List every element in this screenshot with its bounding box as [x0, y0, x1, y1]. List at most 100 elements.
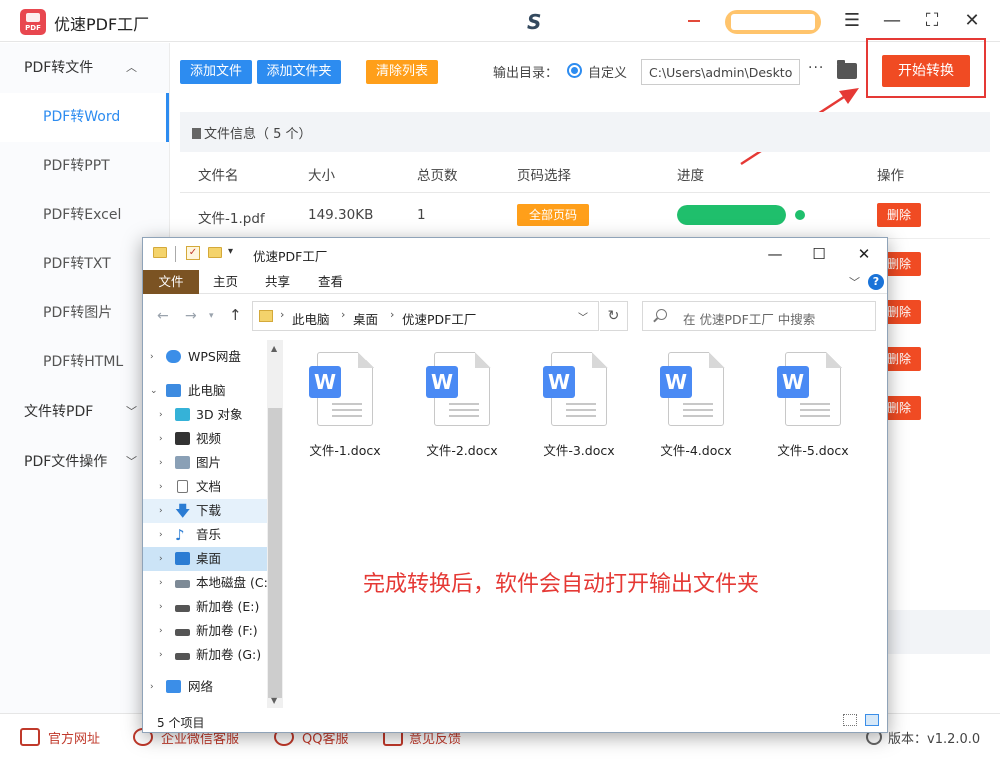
add-file-button[interactable]: 添加文件 [180, 60, 252, 84]
explorer-close-icon[interactable]: ✕ [849, 242, 879, 266]
custom-output-radio[interactable] [567, 63, 582, 78]
quick-access-dropdown-icon[interactable]: ▾ [228, 246, 233, 257]
tree-item-drive-f[interactable]: › 新加卷 (F:) [143, 619, 267, 643]
cloud-icon [166, 350, 181, 363]
sidebar-group-pdf-to-file[interactable]: PDF转文件 ︿ [0, 43, 169, 93]
maximize-icon[interactable]: ⛶ [920, 9, 944, 33]
large-icons-view-icon[interactable] [865, 714, 879, 726]
tree-item-drive-g[interactable]: › 新加卷 (G:) [143, 643, 267, 667]
expand-arrow-icon[interactable]: › [159, 403, 163, 427]
ribbon-tab-file[interactable]: 文件 [143, 270, 199, 294]
col-header-progress: 进度 [677, 168, 704, 184]
up-arrow-icon[interactable]: ↑ [229, 306, 242, 324]
scrollbar-thumb[interactable] [268, 408, 282, 698]
navigation-tree: › WPS网盘 ⌄ 此电脑 › 3D 对象 › 视频 › 图片 › 文档 › 🡇… [143, 340, 267, 708]
tree-item-network[interactable]: › 网络 [143, 675, 267, 699]
add-folder-button[interactable]: 添加文件夹 [257, 60, 341, 84]
output-path-field[interactable]: C:\Users\admin\Deskto [641, 59, 800, 85]
annotation-note: 完成转换后，软件会自动打开输出文件夹 [363, 572, 760, 597]
file-info-bar: 文件信息（ 5 个） [180, 112, 990, 152]
details-view-icon[interactable] [843, 714, 857, 726]
explorer-maximize-icon[interactable]: ☐ [804, 242, 834, 266]
tree-item-downloads[interactable]: › 🡇 下载 [143, 499, 267, 523]
tree-item-this-pc[interactable]: ⌄ 此电脑 [143, 379, 267, 403]
minimize-icon[interactable]: — [880, 9, 904, 33]
clear-list-button[interactable]: 清除列表 [366, 60, 438, 84]
tree-item-music[interactable]: › ♪ 音乐 [143, 523, 267, 547]
expand-arrow-icon[interactable]: › [159, 451, 163, 475]
address-history-icon[interactable]: ﹀ [578, 309, 588, 324]
expand-arrow-icon[interactable]: › [150, 675, 154, 699]
breadcrumb-this-pc[interactable]: 此电脑 [292, 309, 330, 328]
new-folder-icon[interactable] [208, 247, 222, 258]
tree-item-drive-c[interactable]: › 本地磁盘 (C:) [143, 571, 267, 595]
more-options-button[interactable]: ··· [808, 60, 824, 76]
sidebar-item-pdf-to-word[interactable]: PDF转Word [0, 93, 169, 142]
file-item[interactable]: W 文件-2.docx [400, 351, 500, 462]
open-folder-icon[interactable] [837, 60, 857, 79]
expand-arrow-icon[interactable]: › [159, 619, 163, 643]
tree-item-videos[interactable]: › 视频 [143, 427, 267, 451]
file-name: 文件-4.docx [660, 443, 732, 458]
collapse-arrow-icon[interactable]: ⌄ [150, 379, 158, 403]
scroll-up-icon[interactable]: ▲ [271, 344, 277, 353]
tree-item-desktop[interactable]: › 桌面 [143, 547, 267, 571]
ribbon-tab-share[interactable]: 共享 [265, 270, 290, 294]
page-select-all-button[interactable]: 全部页码 [517, 204, 589, 226]
sidebar-group-label: 文件转PDF [24, 404, 94, 420]
row-file-size: 149.30KB [308, 207, 374, 223]
help-icon[interactable]: ? [868, 274, 884, 290]
official-site-link[interactable]: 官方网址 [48, 728, 100, 747]
scroll-down-icon[interactable]: ▼ [271, 696, 277, 705]
breadcrumb-desktop[interactable]: 桌面 [353, 309, 378, 328]
ribbon-tab-home[interactable]: 主页 [213, 270, 238, 294]
breadcrumb-current-folder[interactable]: 优速PDF工厂 [402, 309, 476, 328]
row-page-count: 1 [417, 207, 426, 223]
expand-arrow-icon[interactable]: › [159, 499, 163, 523]
expand-arrow-icon[interactable]: › [159, 643, 163, 667]
tree-item-wps-drive[interactable]: › WPS网盘 [143, 345, 267, 369]
tree-label: 新加卷 (F:) [196, 623, 258, 638]
sidebar-item-pdf-to-excel[interactable]: PDF转Excel [0, 191, 169, 240]
address-bar[interactable]: › 此电脑 › 桌面 › 优速PDF工厂 ﹀ [252, 301, 599, 331]
user-account-pill[interactable] [725, 10, 821, 34]
file-item[interactable]: W 文件-1.docx [283, 351, 383, 462]
expand-arrow-icon[interactable]: › [159, 547, 163, 571]
expand-arrow-icon[interactable]: › [159, 595, 163, 619]
expand-arrow-icon[interactable]: › [159, 523, 163, 547]
file-item[interactable]: W 文件-5.docx [751, 351, 851, 462]
expand-arrow-icon[interactable]: › [150, 345, 154, 369]
tree-item-3d-objects[interactable]: › 3D 对象 [143, 403, 267, 427]
tree-item-pictures[interactable]: › 图片 [143, 451, 267, 475]
tree-item-drive-e[interactable]: › 新加卷 (E:) [143, 595, 267, 619]
explorer-ribbon: 文件 主页 共享 查看 ﹀ ? [143, 270, 887, 294]
ribbon-tab-view[interactable]: 查看 [318, 270, 343, 294]
file-item[interactable]: W 文件-3.docx [517, 351, 617, 462]
breadcrumb-separator-icon: › [390, 308, 395, 321]
recent-locations-icon[interactable]: ▾ [209, 311, 214, 321]
tree-item-documents[interactable]: › 文档 [143, 475, 267, 499]
explorer-minimize-icon[interactable]: — [760, 242, 790, 266]
back-arrow-icon[interactable]: ← [157, 308, 169, 324]
expand-arrow-icon[interactable]: › [159, 475, 163, 499]
title-bar: PDF 优速PDF工厂 S ☰ — ⛶ ✕ [0, 0, 1000, 42]
drive-icon [175, 605, 190, 612]
file-explorer-window: ✓ ▾ 优速PDF工厂 — ☐ ✕ 文件 主页 共享 查看 ﹀ ? ← → ▾ … [142, 237, 888, 733]
tree-scrollbar[interactable]: ▲ ▼ [267, 340, 283, 708]
doc-lines [683, 403, 713, 405]
explorer-search-input[interactable]: 在 优速PDF工厂 中搜索 [642, 301, 876, 331]
doc-lines [800, 403, 830, 405]
delete-button[interactable]: 删除 [877, 203, 921, 227]
menu-icon[interactable]: ☰ [840, 9, 864, 33]
expand-arrow-icon[interactable]: › [159, 427, 163, 451]
properties-icon[interactable]: ✓ [186, 246, 200, 260]
refresh-icon[interactable]: ↻ [600, 301, 628, 331]
forward-arrow-icon[interactable]: → [185, 308, 197, 324]
ribbon-expand-icon[interactable]: ﹀ [849, 274, 860, 290]
start-convert-button[interactable]: 开始转换 [882, 55, 970, 87]
sync-icon[interactable]: S [527, 10, 541, 34]
expand-arrow-icon[interactable]: › [159, 571, 163, 595]
close-icon[interactable]: ✕ [960, 9, 984, 33]
sidebar-item-pdf-to-ppt[interactable]: PDF转PPT [0, 142, 169, 191]
file-item[interactable]: W 文件-4.docx [634, 351, 734, 462]
